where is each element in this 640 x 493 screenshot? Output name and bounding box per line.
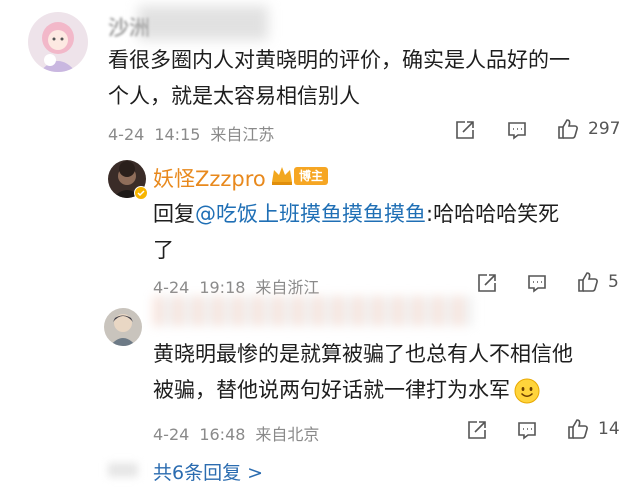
like-count: 297: [588, 119, 621, 139]
share-icon: [478, 274, 496, 292]
reply-text-main: :哈哈哈哈笑死: [426, 202, 560, 226]
reply-meta: 4-24 19:18 来自浙江: [153, 274, 329, 298]
replier-avatar[interactable]: [104, 308, 142, 346]
reply-share-button[interactable]: [476, 272, 498, 294]
reply2-meta: 4-24 16:48 来自北京: [153, 421, 329, 445]
reply-date: 4-24: [153, 278, 190, 297]
reply2-location: 来自北京: [255, 425, 320, 444]
blogger-name[interactable]: 妖怪Zzzpro: [153, 163, 266, 193]
reply-time: 19:18: [199, 278, 246, 297]
verified-badge-icon: [134, 186, 148, 200]
crown-icon: [272, 167, 292, 185]
thumbs-up-icon: [578, 272, 598, 292]
reply-comment-button[interactable]: [526, 272, 548, 294]
commenter-name[interactable]: 沙洲: [108, 12, 150, 42]
comment-date: 4-24: [108, 125, 145, 144]
comment-icon: [508, 122, 526, 140]
reply2-comment-button[interactable]: [516, 419, 538, 441]
reply2-text: 黄晓明最惨的是就算被骗了也总有人不相信他 被骗，替他说两句好话就一律打为水军: [153, 336, 623, 408]
comment-text-line1: 看很多圈内人对黄晓明的评价，确实是人品好的一: [108, 48, 570, 72]
comment-button[interactable]: [506, 119, 528, 141]
comment-icon: [518, 422, 536, 440]
reply2-time: 16:48: [199, 425, 246, 444]
reply-like-button[interactable]: 5: [576, 270, 619, 294]
thumbs-up-icon: [568, 419, 588, 439]
smile-emoji-icon: [514, 378, 540, 404]
share-button[interactable]: [454, 119, 476, 141]
comment-time: 14:15: [154, 125, 201, 144]
reply-location: 来自浙江: [255, 278, 320, 297]
commenter-avatar[interactable]: [28, 12, 88, 72]
blogger-badge: 博主: [294, 167, 329, 185]
reply2-text-line2: 被骗，替他说两句好话就一律打为水军: [153, 378, 510, 402]
share-icon: [456, 121, 474, 139]
comment-location: 来自江苏: [210, 125, 275, 144]
reply2-like-count: 14: [598, 419, 620, 439]
mention-link[interactable]: @吃饭上班摸鱼摸鱼摸鱼: [195, 202, 426, 226]
reply2-share-button[interactable]: [466, 419, 488, 441]
reply-text-line2: 了: [153, 238, 174, 262]
comment-icon: [528, 275, 546, 293]
reply2-text-line2-wrap: 被骗，替他说两句好话就一律打为水军: [153, 372, 623, 408]
reply2-like-button[interactable]: 14: [566, 417, 620, 441]
reply2-text-line1: 黄晓明最惨的是就算被骗了也总有人不相信他: [153, 342, 573, 366]
reply2-date: 4-24: [153, 425, 190, 444]
comment-meta: 4-24 14:15 来自江苏: [108, 121, 284, 145]
like-button[interactable]: 297: [556, 117, 620, 141]
more-replies-link[interactable]: 共6条回复 >: [153, 458, 263, 485]
comment-text-line2: 个人，就是太容易相信别人: [108, 84, 360, 108]
replier-name[interactable]: [153, 304, 473, 326]
thumbs-up-icon: [558, 119, 578, 139]
reply-like-count: 5: [608, 272, 619, 292]
reply-text: 回复@吃饭上班摸鱼摸鱼摸鱼:哈哈哈哈笑死 了: [153, 196, 623, 268]
reply-text-line1: 回复@吃饭上班摸鱼摸鱼摸鱼:哈哈哈哈笑死: [153, 196, 623, 232]
share-icon: [468, 421, 486, 439]
reply-prefix: 回复: [153, 202, 195, 226]
comment-text: 看很多圈内人对黄晓明的评价，确实是人品好的一 个人，就是太容易相信别人: [108, 42, 628, 114]
more-replies-prefix-blur: [108, 463, 138, 477]
